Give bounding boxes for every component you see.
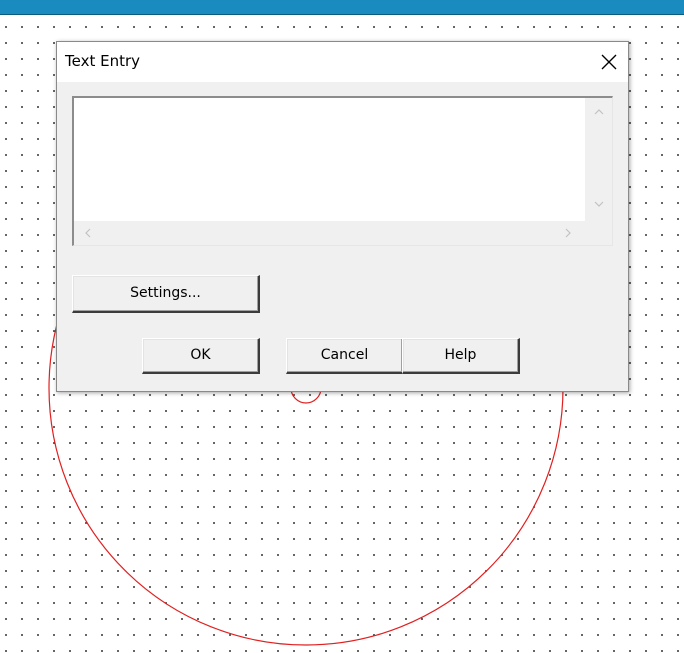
close-button[interactable] <box>592 46 626 78</box>
ok-button[interactable]: OK <box>142 338 260 374</box>
scrollbar-corner <box>585 221 612 245</box>
settings-button[interactable]: Settings... <box>72 275 260 313</box>
vertical-scrollbar[interactable] <box>585 98 612 221</box>
cancel-button[interactable]: Cancel <box>286 338 404 374</box>
settings-button-label: Settings... <box>130 285 201 301</box>
text-entry-field[interactable] <box>72 96 613 246</box>
chevron-left-icon[interactable] <box>82 227 94 239</box>
chevron-right-icon[interactable] <box>562 227 574 239</box>
chevron-down-icon[interactable] <box>593 198 605 210</box>
cancel-button-label: Cancel <box>320 347 369 363</box>
horizontal-scrollbar[interactable] <box>74 221 585 245</box>
text-entry-dialog: Text Entry Settings... OK Cancel Help <box>56 41 629 392</box>
dialog-title-bar[interactable]: Text Entry <box>57 42 628 82</box>
close-icon <box>601 54 617 70</box>
dialog-title: Text Entry <box>65 52 141 70</box>
help-button[interactable]: Help <box>402 338 520 374</box>
ok-button-label: OK <box>190 347 211 363</box>
help-button-label: Help <box>444 347 477 363</box>
chevron-up-icon[interactable] <box>593 106 605 118</box>
